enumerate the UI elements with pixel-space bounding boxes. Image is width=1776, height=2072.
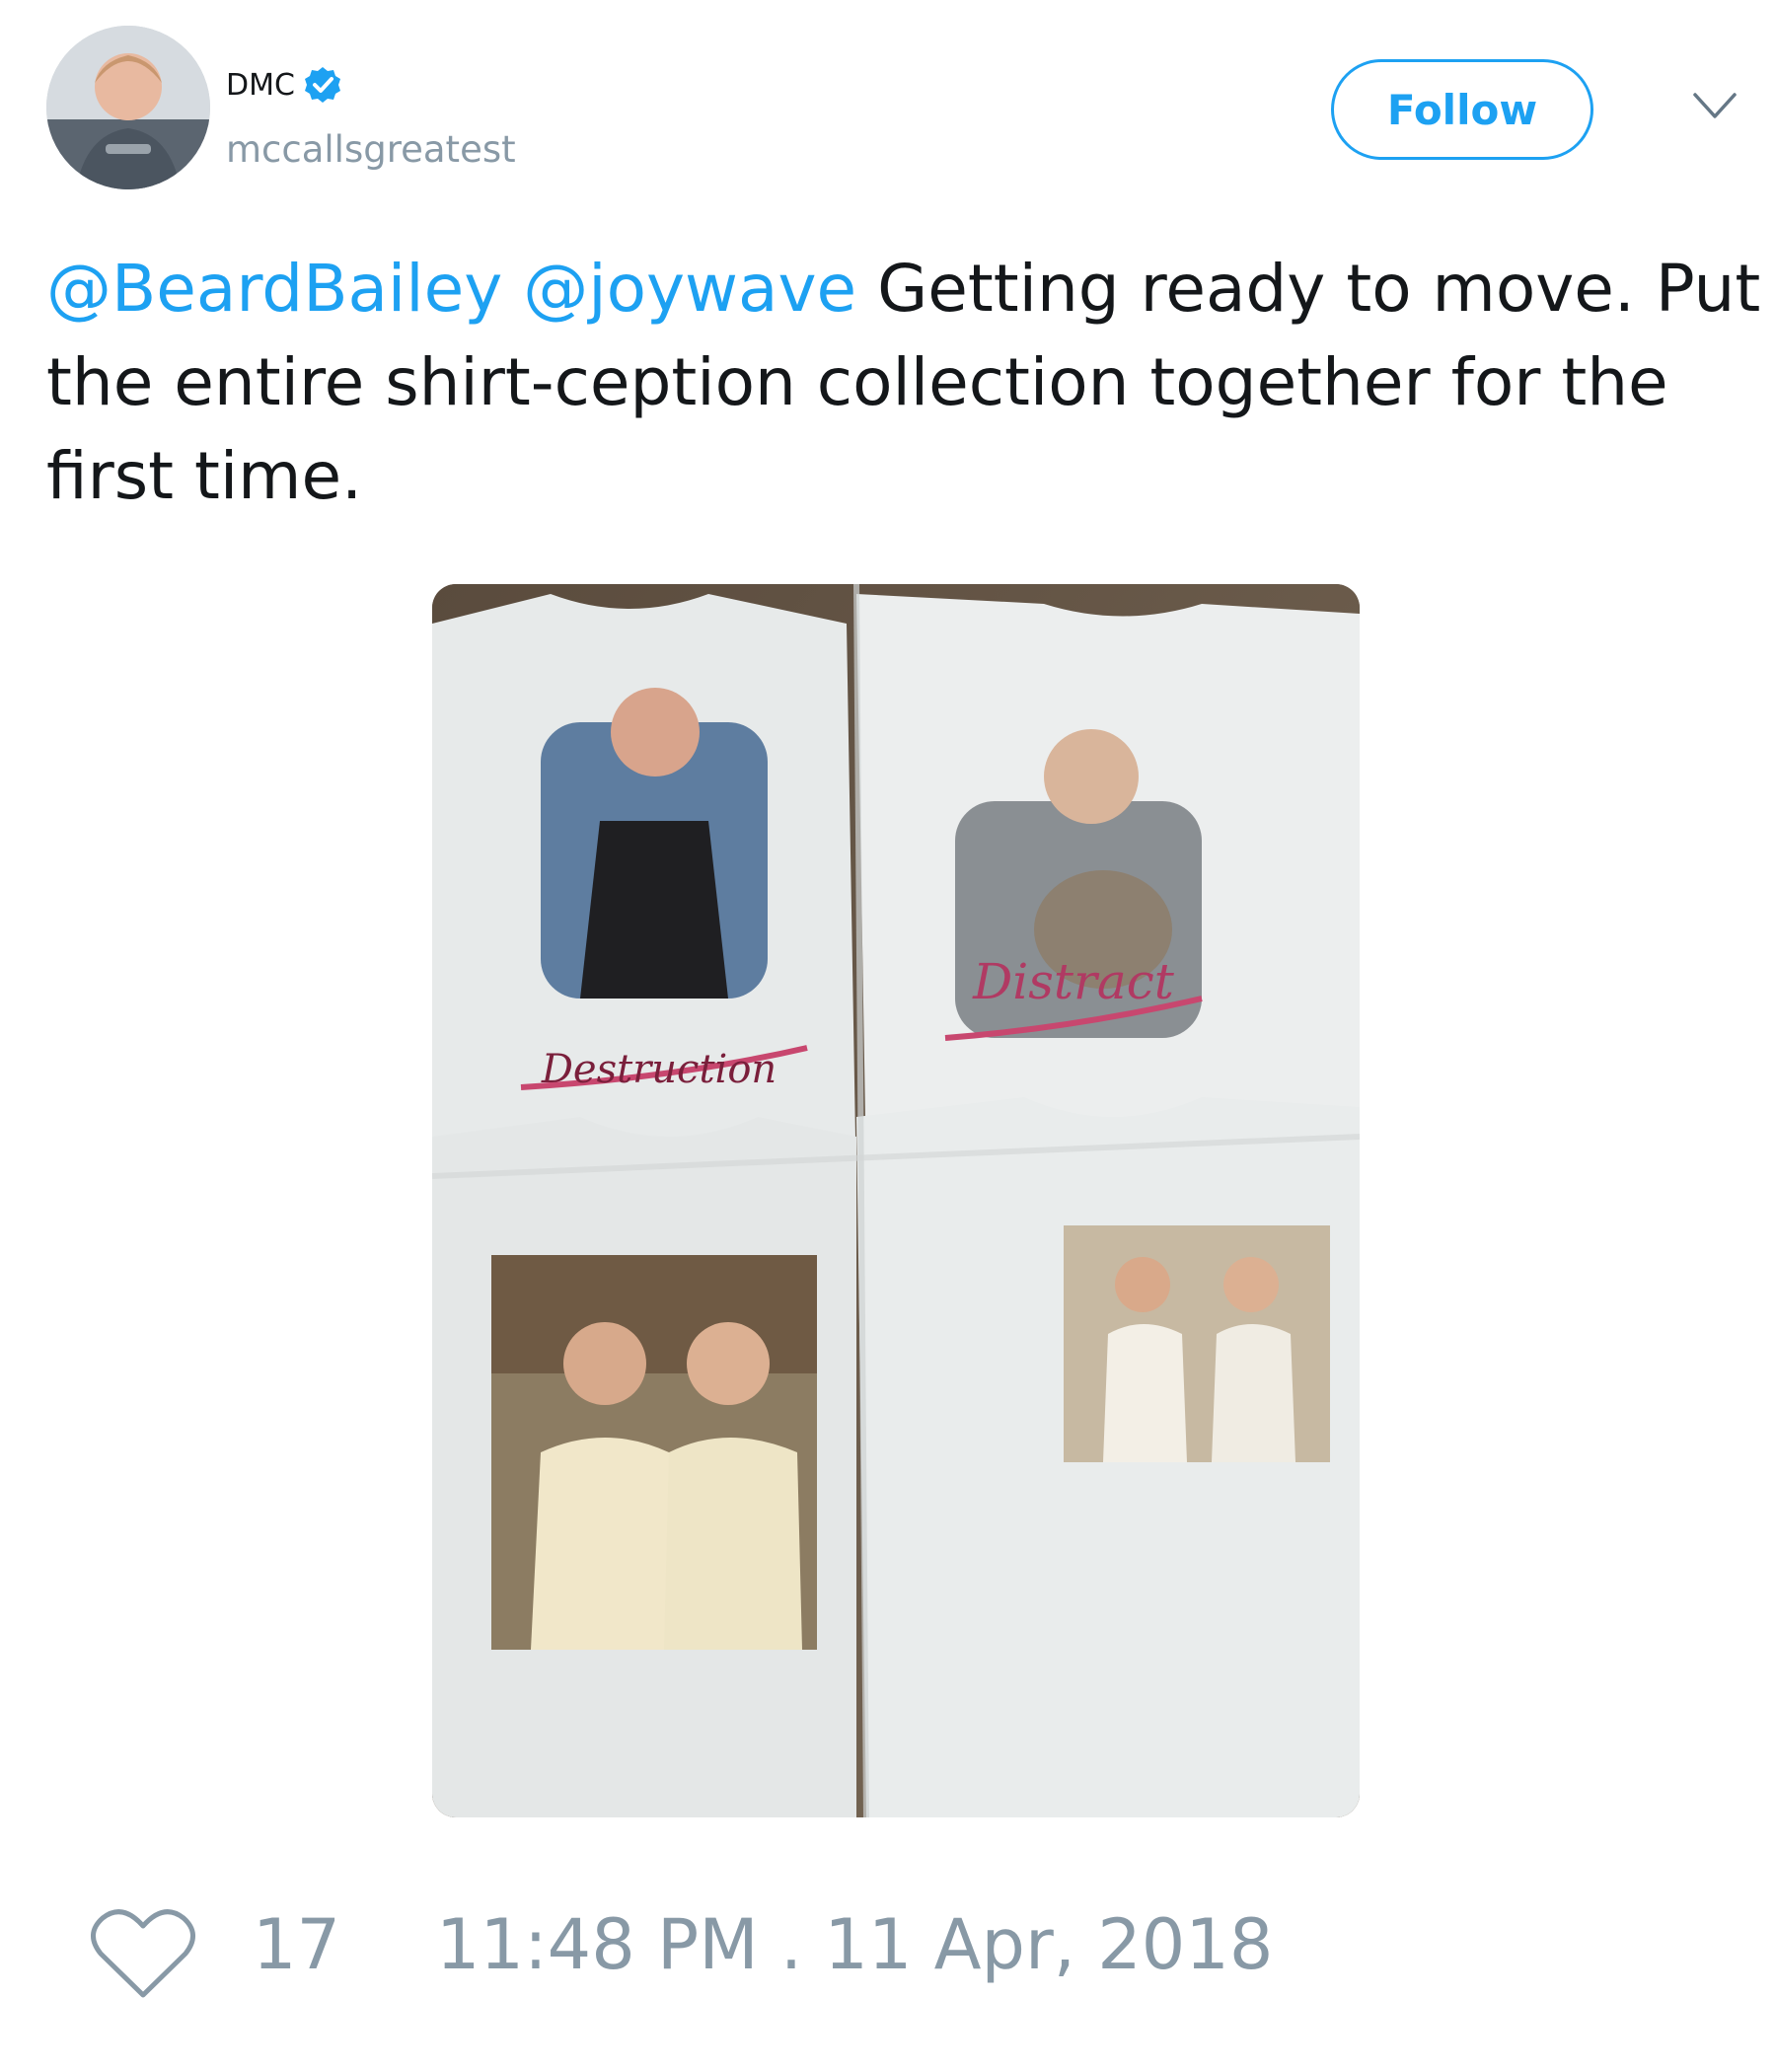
shirt-label: Distract bbox=[972, 953, 1175, 1010]
author-name[interactable]: DMC bbox=[226, 65, 342, 105]
mention-link[interactable]: @BeardBailey bbox=[46, 251, 502, 327]
mention-link[interactable]: @joywave bbox=[523, 251, 856, 327]
follow-button[interactable]: Follow bbox=[1331, 59, 1593, 160]
tweet-timestamp[interactable]: 11:48 PM . 11 Apr, 2018 bbox=[436, 1904, 1273, 1985]
shirts-photo: Destruction Distract bbox=[432, 584, 1360, 1817]
author-handle[interactable]: mccallsgreatest bbox=[226, 128, 516, 171]
like-heart-icon[interactable] bbox=[89, 1904, 197, 2003]
author-display-name[interactable]: DMC bbox=[226, 68, 295, 103]
like-count: 17 bbox=[253, 1904, 341, 1985]
tweet-text: @BeardBailey @joywave Getting ready to m… bbox=[46, 242, 1763, 523]
chevron-down-icon[interactable] bbox=[1691, 89, 1739, 122]
shirt-label: Destruction bbox=[541, 1047, 777, 1092]
avatar[interactable] bbox=[46, 26, 210, 189]
print-photo-2 bbox=[1064, 1225, 1330, 1462]
verified-badge-icon bbox=[303, 65, 342, 105]
tweet-photo[interactable]: Destruction Distract bbox=[432, 584, 1360, 1817]
avatar-image bbox=[46, 26, 210, 189]
print-photo-1 bbox=[491, 1255, 817, 1650]
